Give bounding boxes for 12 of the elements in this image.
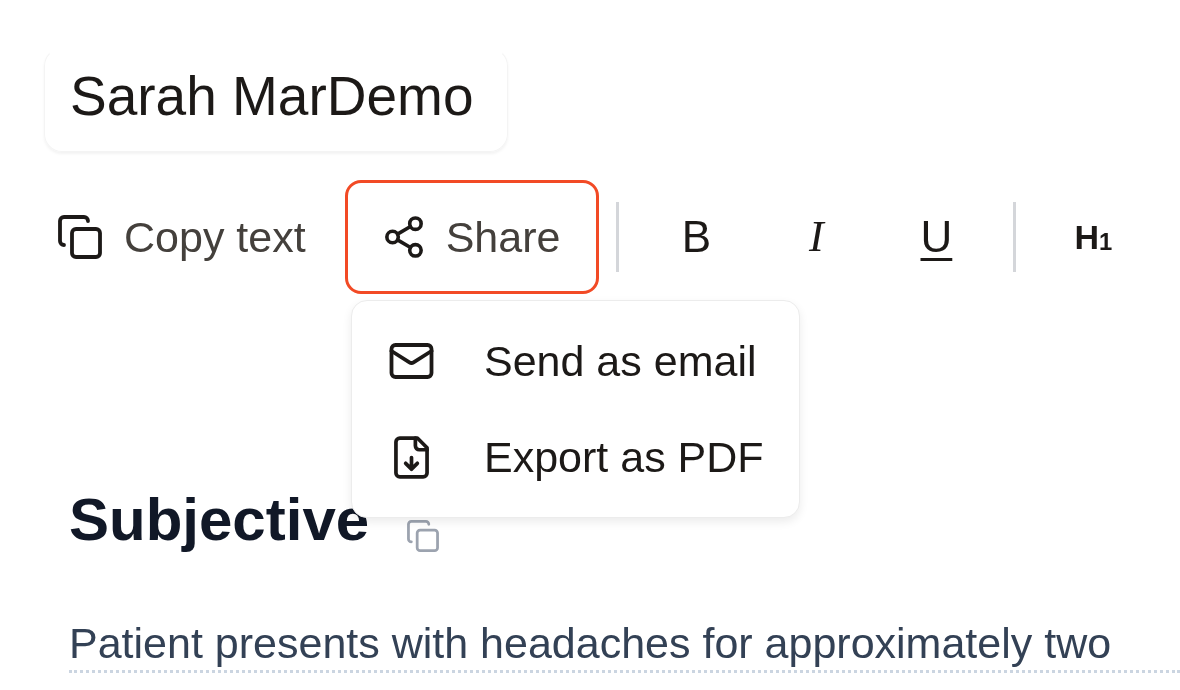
copy-text-button[interactable]: Copy text	[19, 180, 345, 294]
file-download-icon	[394, 435, 429, 479]
share-icon	[383, 215, 424, 259]
italic-button[interactable]: I	[756, 202, 877, 272]
paragraph-text: Patient presents with headaches for approximately two	[69, 618, 1180, 673]
underline-button[interactable]: U	[876, 202, 997, 272]
share-button[interactable]: Share	[344, 180, 600, 294]
copy-icon[interactable]	[407, 520, 440, 552]
menu-item[interactable]: Send as email	[352, 313, 799, 409]
copy-icon	[58, 215, 102, 259]
bold-button[interactable]: B	[636, 202, 757, 272]
envelope-icon	[389, 343, 434, 379]
